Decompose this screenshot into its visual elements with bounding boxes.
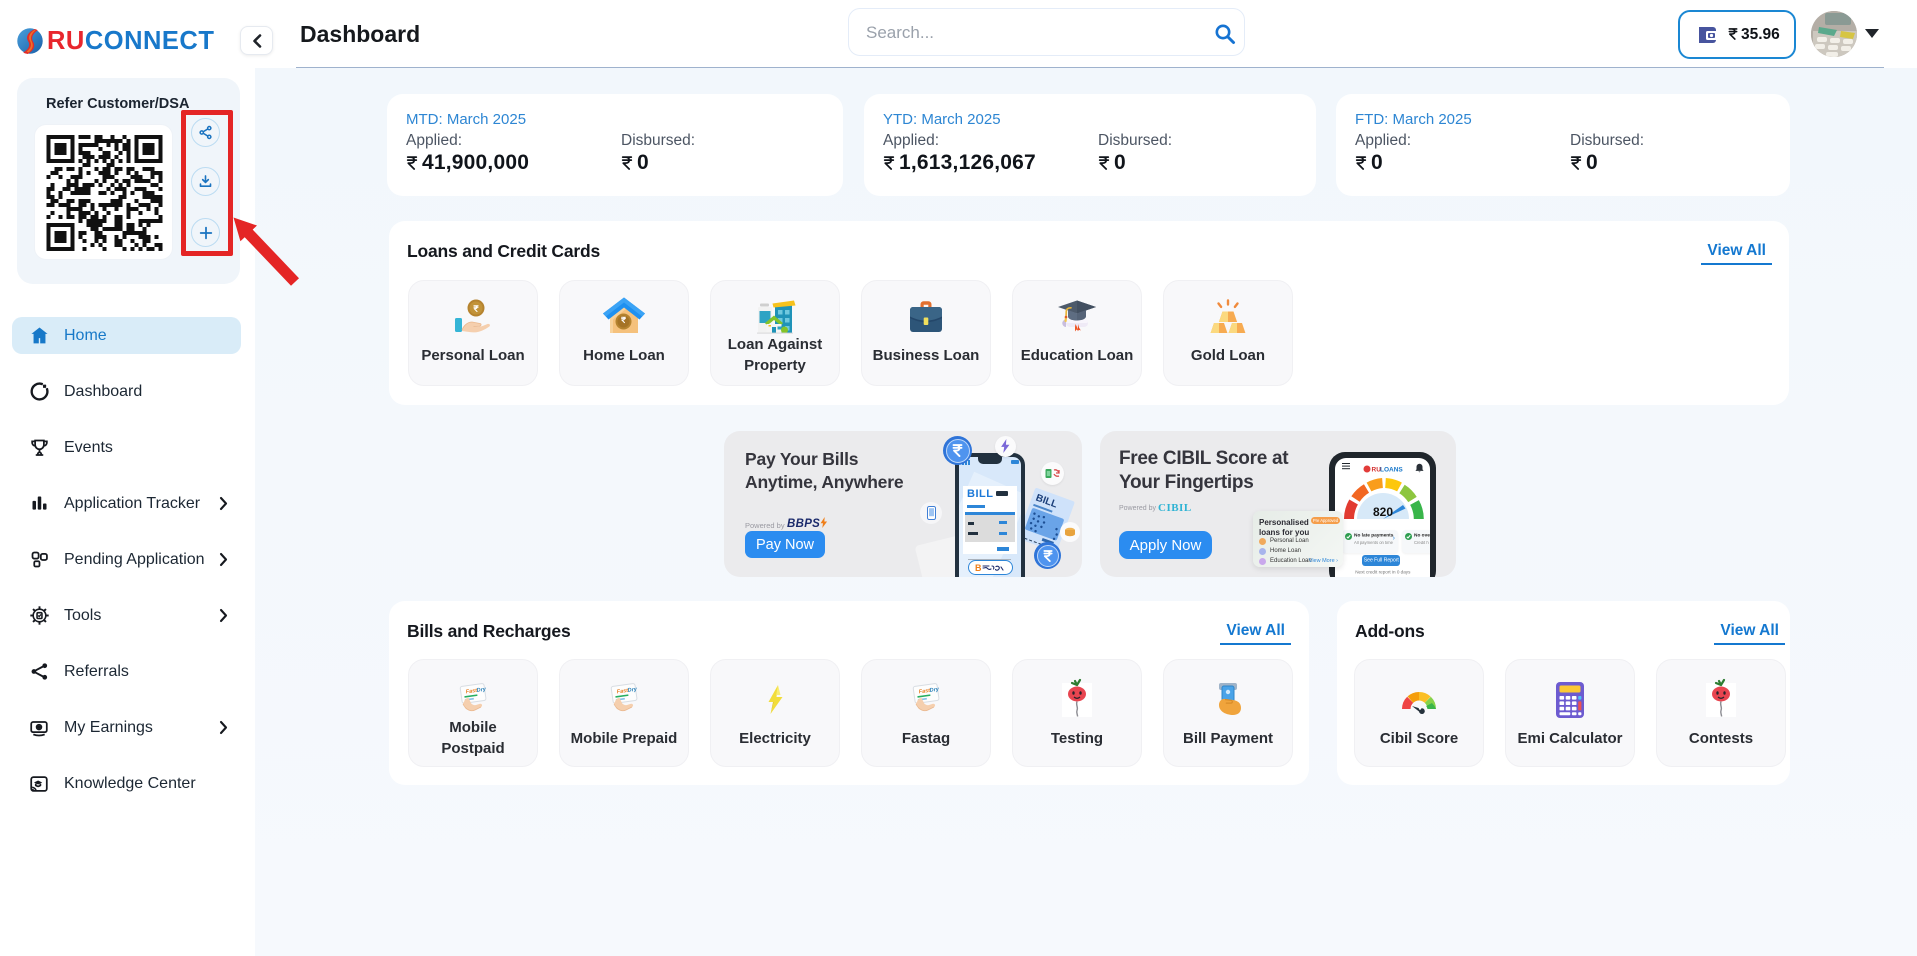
svg-text:820: 820 (1373, 505, 1393, 519)
svg-text:LOANS: LOANS (1380, 467, 1403, 474)
